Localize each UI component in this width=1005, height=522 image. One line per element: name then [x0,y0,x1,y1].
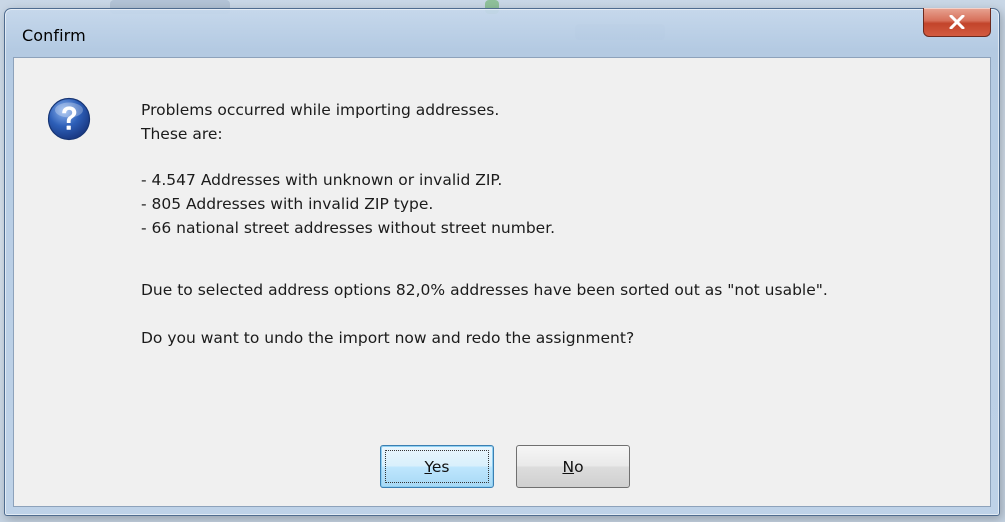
yes-label-rest: es [431,457,450,476]
no-label-rest: o [574,457,584,476]
message-intro-line: Problems occurred while importing addres… [141,101,500,119]
yes-button-label: Yes [424,458,449,476]
problem-item: - 805 Addresses with invalid ZIP type. [141,195,434,213]
close-icon [949,15,965,29]
question-icon [47,97,91,141]
no-button-label: No [562,458,583,476]
no-accelerator: N [562,457,575,476]
summary-text: Due to selected address options 82,0% ad… [141,281,828,299]
yes-button[interactable]: Yes [380,445,494,488]
yes-accelerator: Y [424,457,432,476]
message-intro-line: These are: [141,125,223,143]
title-bar[interactable]: Confirm [5,8,999,57]
problem-item: - 66 national street addresses without s… [141,219,556,237]
close-button[interactable] [923,8,991,37]
problem-item: - 4.547 Addresses with unknown or invali… [141,171,503,189]
confirm-dialog: Confirm Problems occurred while importin… [4,8,1000,516]
window-title: Confirm [22,26,86,45]
no-button[interactable]: No [516,445,630,488]
button-row: Yes No [380,445,630,489]
message-text: Problems occurred while importing addres… [141,98,981,350]
question-text: Do you want to undo the import now and r… [141,329,635,347]
dialog-body: Problems occurred while importing addres… [13,57,991,507]
